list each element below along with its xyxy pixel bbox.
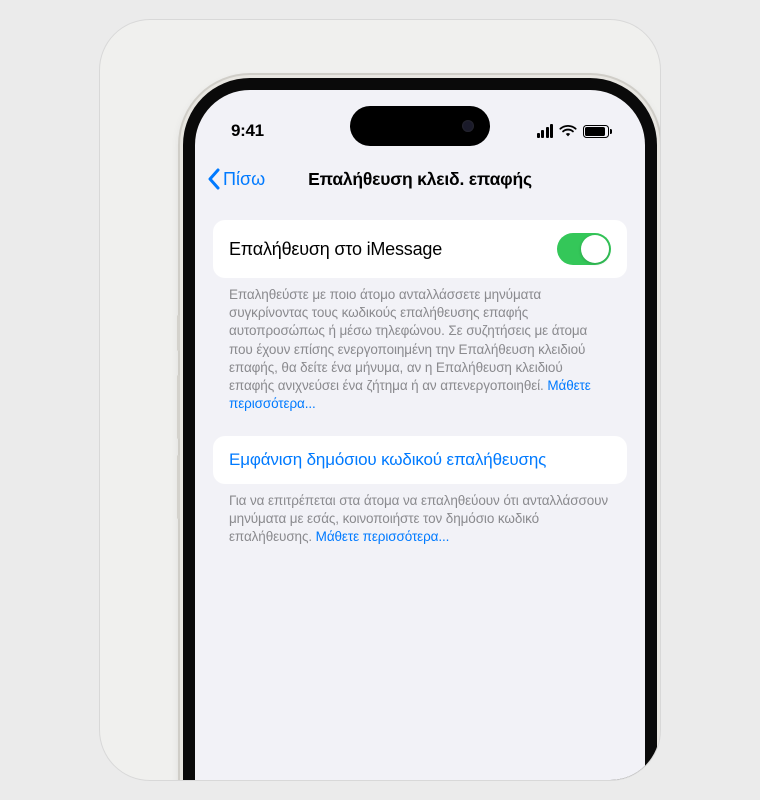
battery-icon: [583, 125, 609, 138]
camera-dot: [462, 120, 474, 132]
volume-up-button: [177, 375, 180, 439]
screen: 9:41: [195, 90, 645, 780]
wifi-icon: [559, 124, 577, 138]
imessage-verification-cell[interactable]: Επαλήθευση στο iMessage: [213, 220, 627, 278]
device-mockup-container: 9:41: [100, 20, 660, 780]
chevron-left-icon: [207, 168, 221, 190]
phone-bezel: 9:41: [183, 78, 657, 780]
page-title: Επαλήθευση κλειδ. επαφής: [308, 169, 532, 190]
section1-description: Επαληθεύστε με ποιο άτομο ανταλλάσσετε μ…: [213, 278, 627, 436]
section1-desc-text: Επαληθεύστε με ποιο άτομο ανταλλάσσετε μ…: [229, 287, 587, 393]
dynamic-island: [350, 106, 490, 146]
cellular-icon: [537, 124, 554, 138]
settings-content: Επαλήθευση στο iMessage Επαληθεύστε με π…: [195, 220, 645, 780]
learn-more-link-2[interactable]: Μάθετε περισσότερα...: [316, 529, 450, 544]
back-label: Πίσω: [223, 169, 265, 190]
toggle-knob: [581, 235, 609, 263]
side-button: [177, 315, 180, 351]
status-time: 9:41: [231, 121, 264, 141]
show-public-code-button[interactable]: Εμφάνιση δημόσιου κωδικού επαλήθευσης: [213, 436, 627, 484]
phone-frame: 9:41: [180, 75, 660, 780]
imessage-verification-label: Επαλήθευση στο iMessage: [229, 239, 442, 260]
nav-bar: Πίσω Επαλήθευση κλειδ. επαφής: [195, 154, 645, 204]
imessage-verification-toggle[interactable]: [557, 233, 611, 265]
section2-description: Για να επιτρέπεται στα άτομα να επαληθεύ…: [213, 484, 627, 569]
show-public-code-label: Εμφάνιση δημόσιου κωδικού επαλήθευσης: [229, 450, 546, 469]
status-icons: [537, 124, 610, 138]
back-button[interactable]: Πίσω: [203, 164, 269, 194]
volume-down-button: [177, 455, 180, 519]
